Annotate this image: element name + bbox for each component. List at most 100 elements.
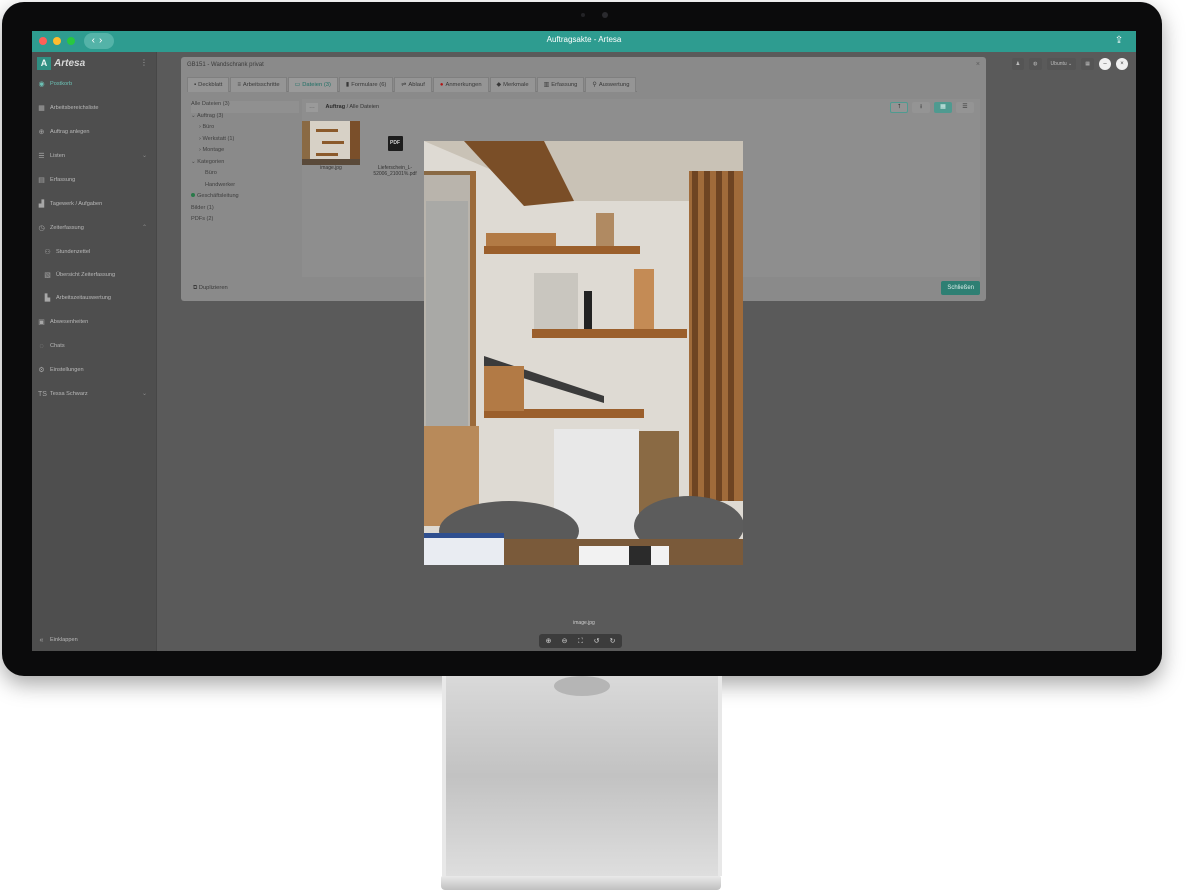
upload-button[interactable]: ⭡ (890, 102, 908, 113)
user-icon[interactable]: ♟ (1011, 58, 1025, 70)
sidebar-item-abwesenheiten[interactable]: ▣ Abwesenheiten (38, 316, 88, 328)
file-grid: image.jpg PDF Lieferschein_L-52006_21001… (302, 121, 424, 177)
sidebar-item-arbeitsbereichsliste[interactable]: ▦ Arbeitsbereichsliste (38, 102, 98, 114)
close-icon[interactable]: × (1116, 58, 1128, 70)
tree-item[interactable]: › Büro (191, 124, 299, 136)
table-icon: ▧ (44, 271, 51, 279)
chevron-up-icon[interactable]: ⌃ (142, 224, 147, 231)
tree-item[interactable]: Handwerker (191, 182, 299, 194)
copy-icon: ⧉ (193, 285, 198, 291)
share-icon[interactable]: ⇪ (1112, 34, 1126, 48)
breadcrumb-root[interactable]: Auftrag (326, 104, 346, 110)
fit-screen-icon[interactable]: ⛶ (574, 636, 587, 647)
zoom-in-icon[interactable]: ⊕ (542, 636, 555, 647)
user-dropdown[interactable]: Ubuntu ⌄ (1046, 58, 1077, 70)
chart-icon: ▟ (38, 200, 45, 208)
sidebar-item-listen[interactable]: ☰ Listen (38, 150, 65, 162)
status-dot-icon (191, 193, 195, 197)
window-title: Auftragsakte - Artesa (546, 35, 622, 44)
tree-item[interactable]: Geschäftsleitung (191, 193, 299, 205)
clipboard-icon: ▤ (38, 176, 45, 184)
list-view-button[interactable]: ☰ (956, 102, 974, 113)
list-icon: ☰ (38, 152, 45, 160)
camera (602, 12, 608, 18)
image-thumbnail (302, 121, 360, 165)
breadcrumb-current: Alle Dateien (349, 104, 380, 110)
flow-icon: ⇌ (401, 82, 407, 88)
chat-icon: ◌ (39, 342, 44, 350)
file-item-pdf[interactable]: PDF Lieferschein_L-52006_21001%.pdf (366, 121, 424, 177)
image-preview[interactable] (424, 141, 743, 565)
sidebar-item-erfassung[interactable]: ▤ Erfassung (38, 174, 75, 186)
pdf-thumbnail: PDF (366, 121, 424, 165)
rotate-left-icon[interactable]: ↺ (590, 636, 603, 647)
search-icon: ⚲ (592, 82, 597, 88)
collapse-sidebar-button[interactable]: «Einklappen (38, 634, 78, 646)
file-name: image.jpg (320, 165, 342, 171)
chevron-down-icon[interactable]: ⌄ (142, 152, 147, 159)
sidebar-item-zeiterfassung[interactable]: ◷ Zeiterfassung (38, 222, 83, 234)
tree-item[interactable]: Bilder (1) (191, 205, 299, 217)
preview-caption: image.jpg (573, 620, 595, 626)
sidebar-item-einstellungen[interactable]: ⚙ Einstellungen (38, 364, 83, 376)
file-actions: ⭡ ⭳ ▦ ☰ (890, 102, 974, 113)
screen: ‹› Auftragsakte - Artesa ⇪ A Artesa ⋮ ◉ P… (32, 31, 1136, 651)
sidebar-item-tagewerk[interactable]: ▟ Tagewerk / Aufgaben (38, 198, 102, 210)
steps-icon: ≡ (237, 82, 241, 88)
back-button[interactable]: … (306, 103, 318, 112)
alert-icon: ● (439, 82, 444, 88)
download-button[interactable]: ⭳ (912, 102, 930, 113)
tab-erfassung[interactable]: ▥ Erfassung (536, 77, 585, 92)
gear-icon: ⚙ (38, 366, 45, 374)
tab-arbeitsschritte[interactable]: ≡ Arbeitsschritte (230, 77, 287, 92)
tab-auswertung[interactable]: ⚲ Auswertung (585, 77, 637, 92)
file-item-image[interactable]: image.jpg (302, 121, 360, 177)
tree-item[interactable]: ⌄ Kategorien (191, 159, 299, 171)
chevron-down-icon[interactable]: ⌄ (142, 390, 147, 397)
tree-item[interactable]: PDFs (2) (191, 216, 299, 228)
window-titlebar: ‹› Auftragsakte - Artesa ⇪ (32, 31, 1136, 52)
form-icon: ▮ (345, 82, 350, 88)
tab-formulare[interactable]: ▮ Formulare (6) (338, 77, 394, 92)
room-photo (424, 141, 743, 565)
sidebar-item-user[interactable]: TS Tessa Schwarz (38, 388, 88, 400)
ambient-sensor (581, 13, 585, 17)
app-logo[interactable]: A Artesa (37, 56, 85, 70)
close-icon[interactable]: × (976, 61, 980, 68)
sidebar-item-chats[interactable]: ◌ Chats (38, 340, 64, 352)
rotate-right-icon[interactable]: ↻ (606, 636, 619, 647)
sidebar-item-uebersicht-zeiterfassung[interactable]: ▧ Übersicht Zeiterfassung (44, 269, 115, 281)
sidebar: A Artesa ⋮ ◉ Postkorb ▦ Arbeitsbereichslis… (32, 52, 157, 651)
zoom-out-icon[interactable]: ⊖ (558, 636, 571, 647)
sidebar-item-stundenzettel[interactable]: ⚇ Stundenzettel (44, 246, 90, 258)
sidebar-item-arbeitszeitauswertung[interactable]: ▙ Arbeitszeitauswertung (44, 292, 111, 304)
user-icon: TS (38, 390, 47, 398)
minimize-icon[interactable]: – (1099, 58, 1111, 70)
sidebar-menu-icon[interactable]: ⋮ (140, 58, 148, 67)
tab-dateien[interactable]: ▭ Dateien (3) (287, 77, 338, 92)
breadcrumb: … Auftrag / Alle Dateien (306, 103, 379, 112)
dialog-tabs: ▪ Deckblatt ≡ Arbeitsschritte ▭ Dateien (3)… (187, 77, 638, 92)
sidebar-item-auftrag-anlegen[interactable]: ⊕ Auftrag anlegen (38, 126, 90, 138)
calendar-icon: ▦ (38, 104, 45, 112)
tab-anmerkungen[interactable]: ● Anmerkungen (432, 77, 489, 92)
preview-toolbar: ⊕ ⊖ ⛶ ↺ ↻ (539, 634, 622, 648)
grid-view-button[interactable]: ▦ (934, 102, 952, 113)
chat-icon[interactable]: ◍ (1029, 58, 1042, 70)
tab-merkmale[interactable]: ◆ Merkmale (489, 77, 536, 92)
tree-item[interactable]: Büro (191, 170, 299, 182)
breadcrumb-separator: / (346, 104, 349, 110)
topbar-actions: ♟ ◍ Ubuntu ⌄ ▦ – × (1011, 57, 1128, 71)
tree-item[interactable]: Alle Dateien (3) (191, 101, 299, 113)
monitor-base (441, 876, 721, 890)
duplicate-button[interactable]: ⧉ Duplizieren (193, 285, 228, 292)
calendar-x-icon: ▣ (38, 318, 45, 326)
close-dialog-button[interactable]: Schließen (941, 281, 980, 295)
tree-item[interactable]: › Montage (191, 147, 299, 159)
tree-item[interactable]: ⌄ Auftrag (3) (191, 113, 299, 125)
sidebar-item-postkorb[interactable]: ◉ Postkorb (38, 78, 72, 90)
tree-item[interactable]: › Werkstatt (1) (191, 136, 299, 148)
tab-deckblatt[interactable]: ▪ Deckblatt (187, 77, 230, 92)
grid-icon[interactable]: ▦ (1081, 58, 1094, 70)
tab-ablauf[interactable]: ⇌ Ablauf (394, 77, 432, 92)
